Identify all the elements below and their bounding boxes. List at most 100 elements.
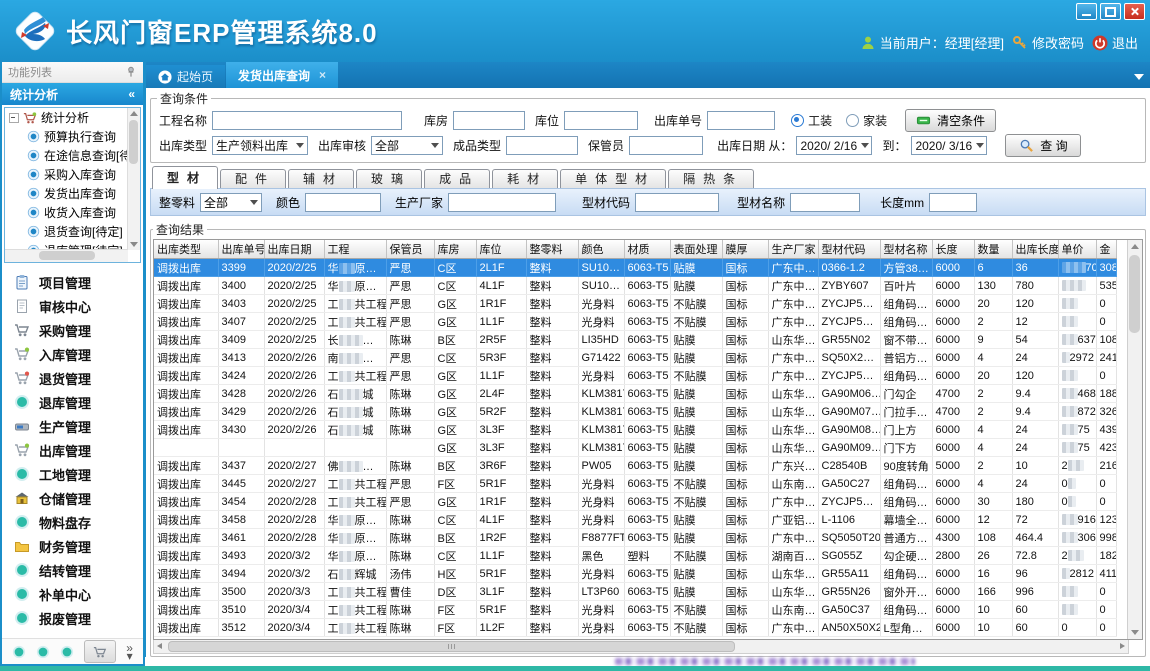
table-row[interactable]: 调拨出库34032020/2/25工共工程严思G区1R1F整料光身料6063-T… [154, 295, 1116, 313]
material-tab[interactable]: 耗材 [492, 169, 558, 189]
column-header[interactable]: 出库类型 [154, 240, 218, 259]
column-header[interactable]: 库房 [434, 240, 476, 259]
length-input[interactable] [929, 193, 977, 212]
radio-工装[interactable]: 工装 [791, 112, 832, 129]
scroll-thumb[interactable] [39, 251, 94, 260]
scroll-down-icon[interactable] [130, 242, 138, 247]
column-header[interactable]: 出库日期 [264, 240, 324, 259]
footer-shortcut-0[interactable] [12, 645, 26, 659]
scroll-thumb[interactable] [129, 120, 138, 164]
close-button[interactable] [1124, 3, 1145, 20]
radio-家装[interactable]: 家装 [846, 112, 887, 129]
out-type-select[interactable]: 生产领料出库 [212, 136, 308, 155]
material-tab[interactable]: 隔热条 [668, 169, 754, 189]
profile-code-input[interactable] [635, 193, 719, 212]
scroll-left-icon[interactable] [157, 643, 162, 649]
table-row[interactable]: 调拨出库35002020/3/3工共工程曹佳D区3L1F整料LT3P606063… [154, 583, 1116, 601]
table-row[interactable]: 调拨出库34302020/2/26石城陈琳G区3L3F整料KLM38176063… [154, 421, 1116, 439]
stats-section-header[interactable]: 统计分析 « [2, 83, 143, 105]
project-name-input[interactable] [212, 111, 402, 130]
tree-root[interactable]: 统计分析 [5, 108, 140, 127]
table-row[interactable]: 调拨出库34452020/2/27工共工程严思F区5R1F整料光身料6063-T… [154, 475, 1116, 493]
material-tab[interactable]: 单体型材 [560, 169, 666, 189]
column-header[interactable]: 库位 [476, 240, 526, 259]
tree-item[interactable]: 预算执行查询 [5, 127, 140, 146]
module-item[interactable]: 财务管理 [2, 534, 143, 558]
table-row[interactable]: 调拨出库34002020/2/25华原…严思C区4L1F整料SU10…6063-… [154, 277, 1116, 295]
tree-vertical-scrollbar[interactable] [127, 108, 140, 250]
module-item[interactable]: 仓储管理 [2, 486, 143, 510]
table-row[interactable]: 调拨出库34372020/2/27佛…陈琳B区3R6F整料PW056063-T5… [154, 457, 1116, 475]
tab-home[interactable]: 起始页 [146, 65, 225, 88]
tab-list-caret-icon[interactable] [1134, 74, 1144, 80]
scroll-thumb[interactable] [1129, 255, 1140, 333]
table-row[interactable]: 调拨出库34932020/3/2华原…陈琳C区1L1F整料黑色塑料不贴膜国标湖南… [154, 547, 1116, 565]
material-tab[interactable]: 玻璃 [356, 169, 422, 189]
color-input[interactable] [305, 193, 381, 212]
location-input[interactable] [564, 111, 638, 130]
tab-active[interactable]: 发货出库查询× [226, 62, 338, 88]
scroll-thumb[interactable] [168, 641, 735, 652]
logout-button[interactable]: 退出 [1092, 33, 1138, 52]
column-header[interactable]: 型材代码 [818, 240, 880, 259]
column-header[interactable]: 整零料 [526, 240, 578, 259]
scroll-down-icon[interactable] [1131, 630, 1139, 635]
scroll-right-icon[interactable] [1120, 643, 1125, 649]
scroll-up-icon[interactable] [130, 111, 138, 116]
module-item[interactable]: 补单中心 [2, 582, 143, 606]
column-header[interactable]: 膜厚 [722, 240, 768, 259]
table-row[interactable]: 调拨出库34092020/2/25长…陈琳B区2R5F整料LI35HD6063-… [154, 331, 1116, 349]
table-vertical-scrollbar[interactable] [1127, 240, 1142, 639]
minimize-button[interactable] [1076, 3, 1097, 20]
module-item[interactable]: 报废管理 [2, 606, 143, 630]
column-header[interactable]: 颜色 [578, 240, 624, 259]
table-row[interactable]: 调拨出库34132020/2/26南…严思C区5R3F整料G714226063-… [154, 349, 1116, 367]
order-no-input[interactable] [707, 111, 775, 130]
material-tab[interactable]: 配件 [220, 169, 286, 189]
table-row[interactable]: 调拨出库34542020/2/28工共工程严思G区1R1F整料光身料6063-T… [154, 493, 1116, 511]
table-row[interactable]: 调拨出库34292020/2/26石城陈琳G区5R2F整料KLM38176063… [154, 403, 1116, 421]
table-row[interactable]: 调拨出库35102020/3/4工共工程陈琳F区5R1F整料光身料6063-T5… [154, 601, 1116, 619]
column-header[interactable]: 金 [1096, 240, 1116, 259]
keeper-input[interactable] [629, 136, 703, 155]
product-type-input[interactable] [506, 136, 578, 155]
tree-horizontal-scrollbar[interactable] [5, 249, 128, 262]
table-row[interactable]: 调拨出库33992020/2/25华原…严思C区2L1F整料SU10…6063-… [154, 259, 1116, 277]
module-item[interactable]: 出库管理 [2, 438, 143, 462]
material-tab[interactable]: 成品 [424, 169, 490, 189]
tree-item[interactable]: 发货出库查询 [5, 184, 140, 203]
whole-part-select[interactable]: 全部 [200, 193, 262, 212]
table-row[interactable]: G区3L3F整料KLM38176063-T5贴膜国标山东华…GA90M09…门下… [154, 439, 1116, 457]
clear-conditions-button[interactable]: 清空条件 [905, 109, 996, 132]
column-header[interactable]: 出库长度 [1012, 240, 1058, 259]
table-row[interactable]: 调拨出库34582020/2/28华原…陈琳C区4L1F整料光身料6063-T5… [154, 511, 1116, 529]
material-tab[interactable]: 辅材 [288, 169, 354, 189]
pin-icon[interactable] [125, 66, 137, 78]
module-item[interactable]: 物料盘存 [2, 510, 143, 534]
module-item[interactable]: 工地管理 [2, 462, 143, 486]
table-row[interactable]: 调拨出库34072020/2/25工共工程严思G区1L1F整料光身料6063-T… [154, 313, 1116, 331]
column-header[interactable]: 长度 [932, 240, 974, 259]
tree-item[interactable]: 采购入库查询 [5, 165, 140, 184]
expander-icon[interactable] [9, 113, 19, 123]
warehouse-input[interactable] [453, 111, 525, 130]
material-tab[interactable]: 型材 [152, 166, 218, 189]
table-row[interactable]: 调拨出库34242020/2/26工共工程严思G区1L1F整料光身料6063-T… [154, 367, 1116, 385]
date-from-select[interactable]: 2020/ 2/16 [796, 136, 872, 155]
table-row[interactable]: 调拨出库35122020/3/4工共工程陈琳F区1L2F整料光身料6063-T5… [154, 619, 1116, 637]
column-header[interactable]: 材质 [624, 240, 670, 259]
table-horizontal-scrollbar[interactable] [153, 640, 1129, 654]
profile-name-input[interactable] [790, 193, 860, 212]
table-row[interactable]: 调拨出库34942020/3/2石辉城汤伟H区5R1F整料光身料6063-T5贴… [154, 565, 1116, 583]
module-item[interactable]: 结转管理 [2, 558, 143, 582]
module-item[interactable]: 退库管理 [2, 390, 143, 414]
column-header[interactable]: 单价 [1058, 240, 1096, 259]
footer-shortcut-2[interactable] [60, 645, 74, 659]
audit-select[interactable]: 全部 [371, 136, 443, 155]
module-item[interactable]: 生产管理 [2, 414, 143, 438]
collapse-glyph[interactable]: « [128, 87, 135, 101]
column-header[interactable]: 保管员 [386, 240, 434, 259]
date-to-select[interactable]: 2020/ 3/16 [911, 136, 987, 155]
tree-item[interactable]: 收货入库查询 [5, 203, 140, 222]
maximize-button[interactable] [1100, 3, 1121, 20]
